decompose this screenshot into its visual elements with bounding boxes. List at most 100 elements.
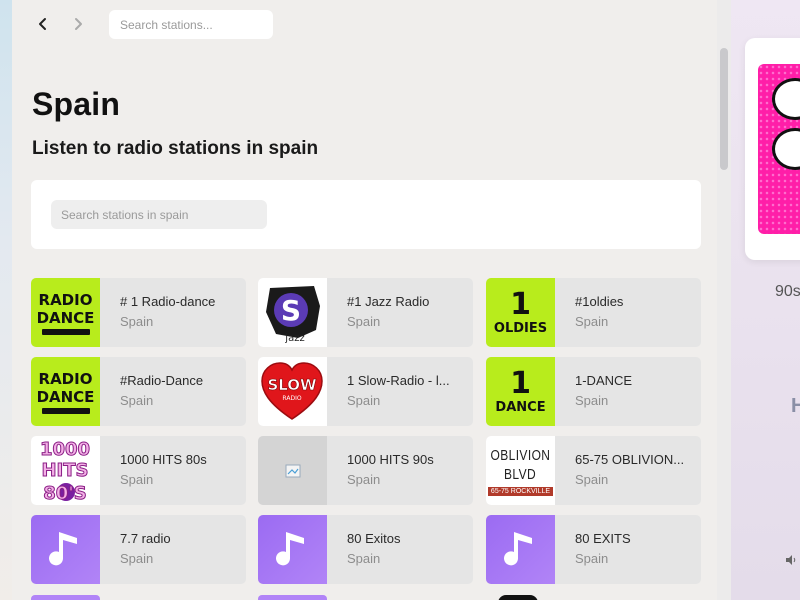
- station-name: 1000 HITS 80s: [120, 452, 207, 467]
- logo-text: OLDIES: [493, 321, 548, 336]
- radio-dance-logo: RADIO DANCE: [31, 278, 100, 347]
- logo-text: 80'S: [43, 483, 87, 504]
- next-row-thumb: [31, 595, 100, 600]
- artwork-shape: [772, 128, 800, 170]
- station-country: Spain: [347, 314, 381, 329]
- station-country: Spain: [347, 551, 381, 566]
- slow-radio-logo: SLOW RADIO: [258, 357, 327, 426]
- logo-strip: [41, 328, 90, 335]
- station-name: 1000 HITS 90s: [347, 452, 434, 467]
- station-name: 1-DANCE: [575, 373, 633, 388]
- now-playing-artwork: [758, 64, 800, 234]
- logo-text: RADIO: [282, 395, 301, 402]
- now-playing-subtitle: H: [791, 395, 800, 417]
- forward-button[interactable]: [67, 13, 89, 35]
- station-card[interactable]: 1000 HITS 90s Spain: [258, 436, 473, 505]
- broken-image-glyph: [285, 464, 300, 477]
- now-playing-title: 90s: [775, 283, 800, 300]
- music-note-icon: [486, 515, 555, 584]
- station-name: 65-75 OBLIVION...: [575, 452, 685, 467]
- logo-text: 1000: [40, 439, 90, 460]
- logo-text: BLVD: [504, 465, 537, 483]
- station-country: Spain: [120, 472, 154, 487]
- logo-text: DANCE: [36, 308, 95, 327]
- broken-image-icon: [258, 436, 327, 505]
- station-card[interactable]: SLOW RADIO 1 Slow-Radio - l... Spain: [258, 357, 473, 426]
- volume-icon[interactable]: [785, 553, 797, 569]
- search-panel: Search stations in spain: [31, 180, 701, 249]
- logo-text: DANCE: [495, 400, 546, 415]
- svg-text:S: S: [281, 294, 301, 327]
- scrollbar[interactable]: [717, 0, 731, 600]
- country-search-input[interactable]: Search stations in spain: [51, 200, 267, 229]
- logo-text: 1: [510, 366, 531, 401]
- station-country: Spain: [347, 472, 381, 487]
- jazz-logo-graphic: S jazz: [266, 286, 320, 344]
- logo-text: 1: [510, 287, 531, 322]
- station-country: Spain: [120, 393, 154, 408]
- station-card[interactable]: RADIO DANCE #Radio-Dance Spain: [31, 357, 246, 426]
- station-name: #1 Jazz Radio: [347, 294, 430, 309]
- station-country: Spain: [575, 472, 609, 487]
- station-country: Spain: [120, 551, 154, 566]
- logo-text: HITS: [41, 460, 88, 481]
- heart-logo-graphic: SLOW RADIO: [261, 362, 323, 420]
- oldies-logo: 1 OLDIES: [486, 278, 555, 347]
- station-name: 1 Slow-Radio - l...: [347, 373, 450, 388]
- top-search-placeholder: Search stations...: [120, 17, 213, 32]
- chevron-left-icon: [39, 18, 46, 30]
- window-edge: [0, 0, 12, 600]
- station-card[interactable]: 7.7 radio Spain: [31, 515, 246, 584]
- logo-strip: [41, 407, 90, 414]
- main-content: Search stations... Spain Listen to radio…: [12, 0, 717, 600]
- logo-text: 65-75 ROCKVILLE: [487, 486, 554, 496]
- volume-glyph: [786, 555, 796, 565]
- station-card[interactable]: 1000 HITS 80'S 1000 HITS 80s Spain: [31, 436, 246, 505]
- hits-80s-logo: 1000 HITS 80'S: [31, 436, 100, 505]
- station-country: Spain: [575, 551, 609, 566]
- station-card[interactable]: 80 Exitos Spain: [258, 515, 473, 584]
- station-name: 7.7 radio: [120, 531, 171, 546]
- oblivion-logo: OBLIVION BLVD 65-75 ROCKVILLE: [486, 436, 555, 505]
- station-country: Spain: [575, 393, 609, 408]
- music-note-glyph: [503, 531, 532, 565]
- music-note-glyph: [48, 531, 77, 565]
- back-button[interactable]: [32, 13, 54, 35]
- logo-text: jazz: [284, 333, 304, 344]
- dance-logo: 1 DANCE: [486, 357, 555, 426]
- music-note-icon: [258, 515, 327, 584]
- station-name: #Radio-Dance: [120, 373, 204, 388]
- station-name: 80 Exitos: [347, 531, 401, 546]
- page-subtitle: Listen to radio stations in spain: [32, 138, 319, 159]
- top-search-input[interactable]: Search stations...: [109, 10, 273, 39]
- scrollbar-thumb[interactable]: [720, 48, 728, 170]
- country-search-placeholder: Search stations in spain: [61, 207, 189, 222]
- logo-text: SLOW: [267, 376, 317, 394]
- music-note-glyph: [275, 531, 304, 565]
- page-title: Spain: [32, 86, 121, 122]
- station-country: Spain: [575, 314, 609, 329]
- next-row-thumb: [258, 595, 327, 600]
- radio-dance-logo: RADIO DANCE: [31, 357, 100, 426]
- logo-text: DANCE: [36, 387, 95, 406]
- station-name: 80 EXITS: [575, 531, 631, 546]
- now-playing-panel: 90s H: [731, 0, 800, 600]
- logo-text: OBLIVION: [490, 446, 551, 464]
- music-note-icon: [31, 515, 100, 584]
- station-name: #1oldies: [575, 294, 624, 309]
- station-card[interactable]: RADIO DANCE # 1 Radio-dance Spain: [31, 278, 246, 347]
- jazz-logo: S jazz: [258, 278, 327, 347]
- station-card[interactable]: 80 EXITS Spain: [486, 515, 701, 584]
- station-card[interactable]: 1 DANCE 1-DANCE Spain: [486, 357, 701, 426]
- next-row-thumb: [498, 595, 538, 600]
- station-card[interactable]: OBLIVION BLVD 65-75 ROCKVILLE 65-75 OBLI…: [486, 436, 701, 505]
- station-country: Spain: [120, 314, 154, 329]
- station-name: # 1 Radio-dance: [120, 294, 216, 309]
- logo-text: RADIO: [38, 290, 93, 309]
- logo-text: RADIO: [38, 369, 93, 388]
- hits-logo-graphic: 1000 HITS 80'S: [39, 439, 90, 505]
- chevron-right-icon: [75, 18, 82, 30]
- station-country: Spain: [347, 393, 381, 408]
- station-card[interactable]: 1 OLDIES #1oldies Spain: [486, 278, 701, 347]
- station-card[interactable]: S jazz #1 Jazz Radio Spain: [258, 278, 473, 347]
